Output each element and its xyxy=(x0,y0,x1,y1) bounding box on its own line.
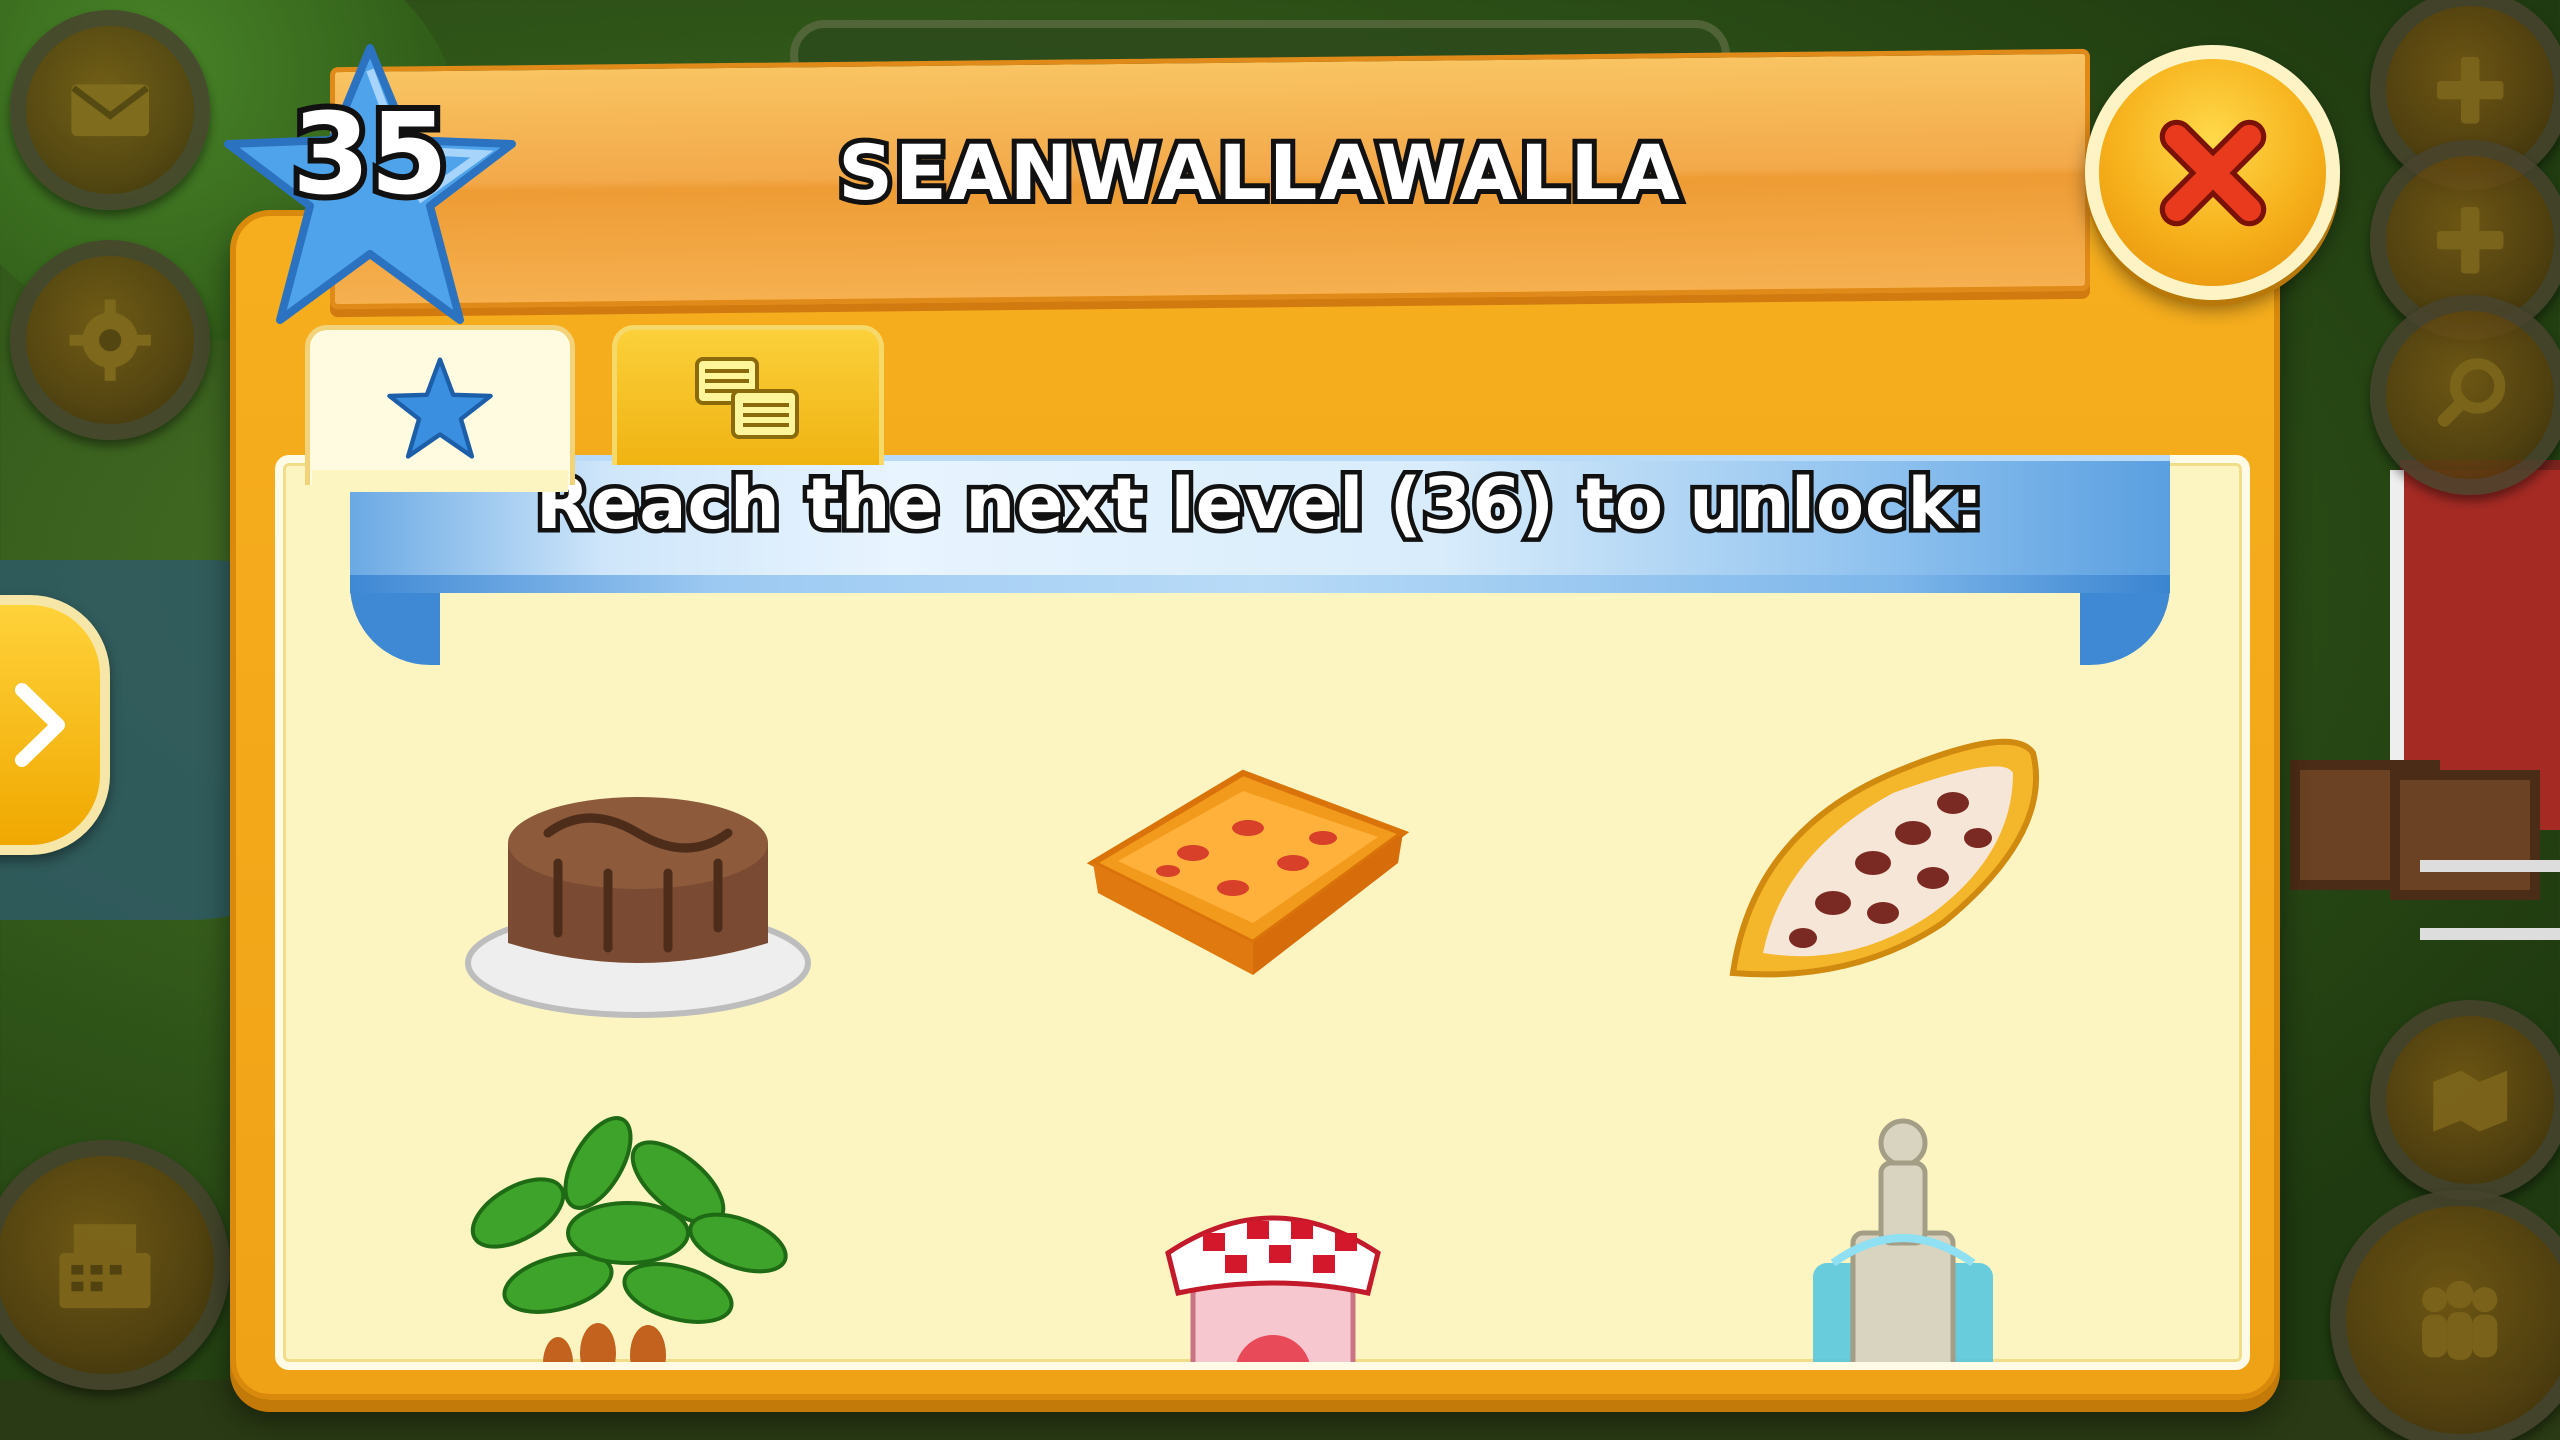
chevron-right-icon xyxy=(15,683,65,767)
cacao-tree-icon xyxy=(470,1116,788,1362)
player-name: SEANWALLAWALLA xyxy=(833,123,1684,222)
friends-icon xyxy=(2422,1281,2498,1361)
background-fence xyxy=(2420,860,2560,940)
magnifier-icon xyxy=(2437,358,2506,427)
close-icon xyxy=(2159,119,2266,226)
mail-button[interactable] xyxy=(10,10,210,210)
jam-jar-icon xyxy=(1165,1215,1381,1362)
search-button[interactable] xyxy=(2370,295,2560,495)
unlock-item-jam-jar[interactable] xyxy=(1143,1163,1403,1362)
tab-activity-log[interactable] xyxy=(612,325,884,465)
casserole-dish-icon xyxy=(1086,769,1410,975)
plus-icon xyxy=(2436,56,2504,124)
expand-side-panel-tab[interactable] xyxy=(0,595,110,855)
cash-register-icon xyxy=(59,1224,151,1309)
tab-level[interactable] xyxy=(305,325,575,485)
star-icon xyxy=(387,357,493,459)
player-level: 35 xyxy=(286,84,454,226)
cacao-pod-icon xyxy=(1729,738,2040,978)
chocolate-cake-icon xyxy=(465,797,811,1018)
unlock-item-cacao-pod[interactable] xyxy=(1713,713,2073,1013)
unlock-item-chocolate-cake[interactable] xyxy=(458,733,818,1033)
gear-icon xyxy=(69,299,151,381)
tab-connector xyxy=(312,470,568,492)
unlock-item-casserole[interactable] xyxy=(1073,713,1413,1013)
plus-icon xyxy=(2436,206,2504,274)
list-icon xyxy=(695,356,799,439)
unlock-item-cacao-tree[interactable] xyxy=(448,1093,808,1362)
close-button[interactable] xyxy=(2085,45,2340,300)
map-icon xyxy=(2433,1070,2507,1132)
unlock-ribbon: Reach the next level (36) to unlock: xyxy=(350,455,2170,665)
fountain-icon xyxy=(1813,1118,1993,1362)
map-button[interactable] xyxy=(2370,1000,2560,1200)
mail-icon xyxy=(71,84,149,136)
unlock-banner-text: Reach the next level (36) to unlock: xyxy=(531,459,1987,550)
unlock-item-fountain[interactable] xyxy=(1793,1113,2013,1362)
settings-button[interactable] xyxy=(10,240,210,440)
